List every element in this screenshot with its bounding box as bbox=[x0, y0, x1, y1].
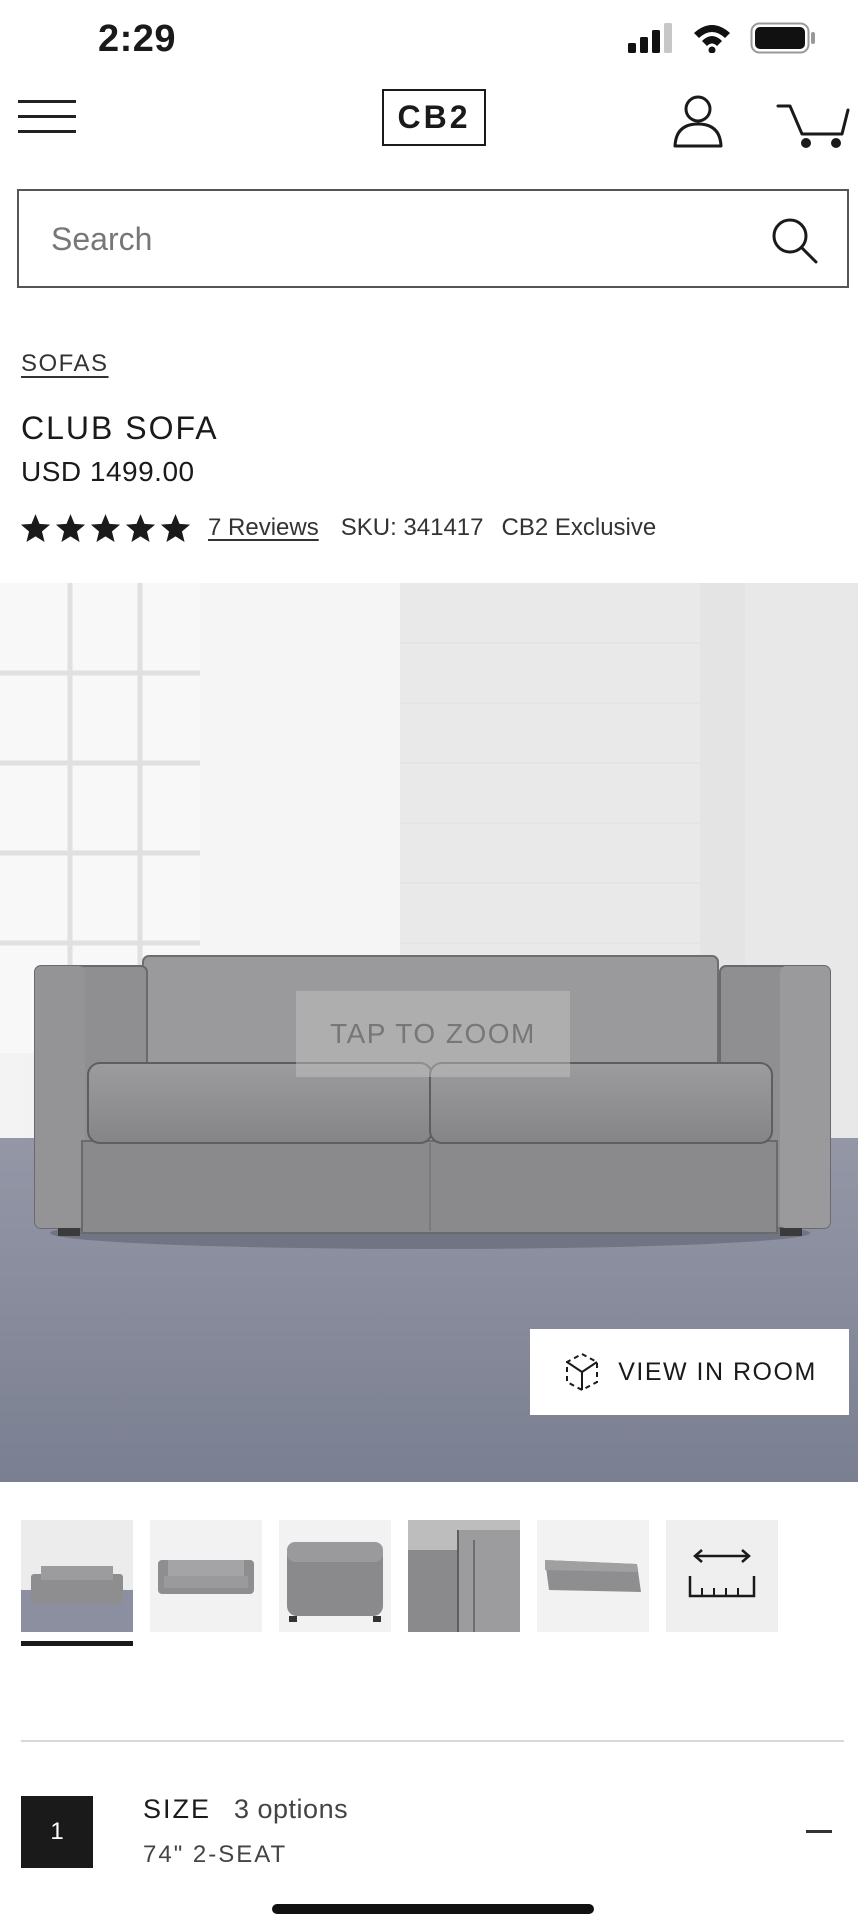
menu-line bbox=[18, 100, 76, 103]
product-title: CLUB SOFA bbox=[21, 410, 219, 446]
cart-button[interactable] bbox=[776, 96, 850, 152]
product-hero-image[interactable]: TAP TO ZOOM VIEW IN ROOM bbox=[0, 583, 858, 1482]
thumbnail-image bbox=[537, 1520, 649, 1632]
account-button[interactable] bbox=[670, 92, 726, 148]
cb2-logo[interactable]: CB2 bbox=[382, 89, 486, 146]
search-bar bbox=[17, 189, 849, 288]
thumbnail-image bbox=[21, 1520, 133, 1632]
thumbnail-side[interactable] bbox=[279, 1520, 391, 1632]
menu-line bbox=[18, 130, 76, 133]
ruler-dimensions-icon bbox=[666, 1520, 778, 1632]
thumbnail-image bbox=[279, 1520, 391, 1632]
search-icon[interactable] bbox=[769, 215, 819, 265]
signal-icon bbox=[628, 23, 672, 53]
thumbnail-front[interactable] bbox=[150, 1520, 262, 1632]
thumbnail-selected-indicator bbox=[21, 1641, 133, 1646]
rating-stars bbox=[19, 512, 192, 545]
view-in-room-button[interactable]: VIEW IN ROOM bbox=[530, 1329, 849, 1415]
size-selected-value: 74" 2-SEAT bbox=[143, 1841, 288, 1868]
thumbnail-front-room[interactable] bbox=[21, 1520, 133, 1632]
section-divider bbox=[21, 1740, 844, 1742]
tap-to-zoom-label: TAP TO ZOOM bbox=[296, 991, 570, 1077]
thumbnail-arm-detail[interactable] bbox=[408, 1520, 520, 1632]
home-indicator bbox=[272, 1904, 594, 1914]
star-icon bbox=[55, 513, 86, 542]
size-option-count[interactable]: 3 options bbox=[234, 1794, 348, 1825]
star-icon bbox=[160, 513, 191, 542]
view-in-room-label: VIEW IN ROOM bbox=[618, 1357, 817, 1386]
battery-icon bbox=[750, 22, 815, 54]
product-meta: 7 Reviews SKU: 341417 CB2 Exclusive bbox=[19, 510, 656, 546]
status-time: 2:29 bbox=[98, 18, 177, 60]
wifi-icon bbox=[694, 25, 730, 53]
thumbnail-image bbox=[408, 1520, 520, 1632]
status-icons bbox=[628, 22, 816, 54]
product-price: USD 1499.00 bbox=[21, 456, 195, 487]
menu-line bbox=[18, 115, 76, 118]
star-icon bbox=[20, 513, 51, 542]
thumbnail-angle[interactable] bbox=[537, 1520, 649, 1632]
thumbnail-image bbox=[150, 1520, 262, 1632]
user-icon bbox=[673, 95, 723, 148]
star-icon bbox=[125, 513, 156, 542]
size-option-label[interactable]: SIZE bbox=[143, 1794, 211, 1825]
exclusive-label: CB2 Exclusive bbox=[501, 514, 657, 541]
sku-label: SKU: 341417 bbox=[340, 514, 484, 541]
collapse-size-button[interactable] bbox=[806, 1830, 832, 1833]
option-step-number: 1 bbox=[21, 1796, 93, 1868]
ar-cube-icon bbox=[566, 1352, 599, 1392]
star-icon bbox=[90, 513, 121, 542]
thumbnail-dimensions[interactable] bbox=[666, 1520, 778, 1632]
menu-button[interactable] bbox=[18, 100, 76, 140]
breadcrumb-sofas[interactable]: SOFAS bbox=[21, 350, 109, 378]
status-bar: 2:29 bbox=[0, 0, 858, 80]
reviews-link[interactable]: 7 Reviews bbox=[208, 514, 319, 542]
cart-icon bbox=[776, 104, 850, 148]
search-input[interactable] bbox=[51, 211, 751, 267]
site-header: CB2 bbox=[0, 80, 858, 180]
